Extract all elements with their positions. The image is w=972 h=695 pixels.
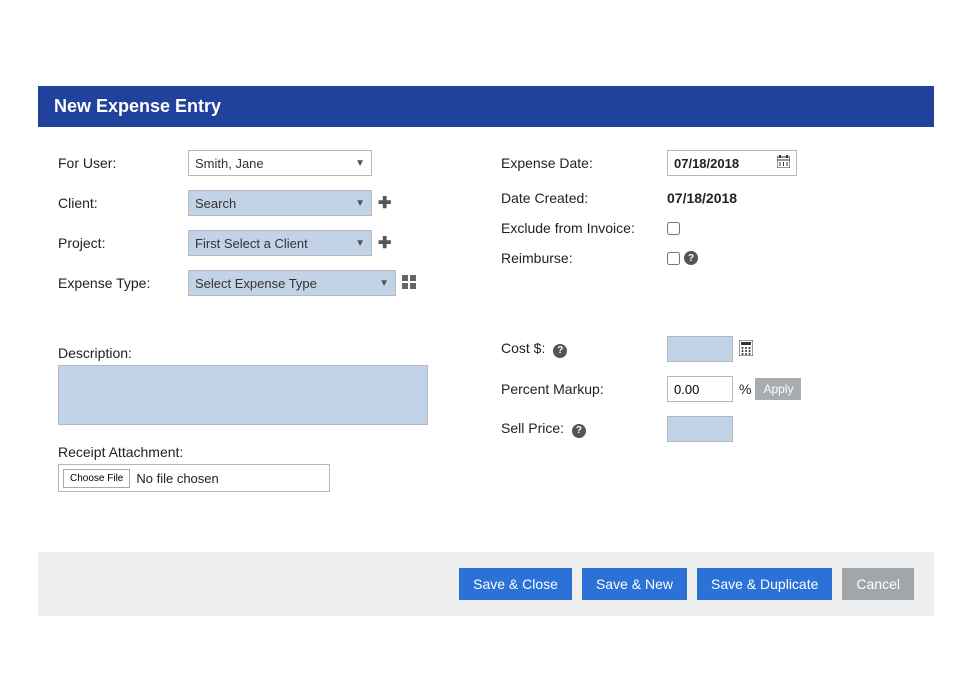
exclude-invoice-checkbox[interactable] bbox=[667, 222, 680, 235]
save-new-button[interactable]: Save & New bbox=[582, 568, 687, 600]
chevron-down-icon: ▼ bbox=[379, 278, 389, 289]
reimburse-label: Reimburse: bbox=[501, 250, 667, 266]
dialog-title: New Expense Entry bbox=[38, 86, 934, 127]
apply-button[interactable]: Apply bbox=[755, 378, 801, 400]
percent-markup-label: Percent Markup: bbox=[501, 381, 667, 397]
date-created-value: 07/18/2018 bbox=[667, 190, 737, 206]
expense-type-value: Select Expense Type bbox=[195, 276, 317, 291]
project-value: First Select a Client bbox=[195, 236, 308, 251]
description-textarea[interactable] bbox=[58, 365, 428, 425]
project-select[interactable]: First Select a Client ▼ bbox=[188, 230, 372, 256]
right-column: Expense Date: 07/18/2018 Date Created: 0… bbox=[501, 145, 914, 492]
left-column: For User: Smith, Jane ▼ Client: Search ▼… bbox=[58, 145, 471, 492]
reimburse-checkbox[interactable] bbox=[667, 252, 680, 265]
percent-symbol: % bbox=[739, 381, 751, 397]
client-value: Search bbox=[195, 196, 236, 211]
add-client-icon[interactable]: ✚ bbox=[378, 193, 391, 213]
date-created-label: Date Created: bbox=[501, 190, 667, 206]
expense-date-label: Expense Date: bbox=[501, 155, 667, 171]
expense-entry-dialog: New Expense Entry For User: Smith, Jane … bbox=[38, 86, 934, 616]
chevron-down-icon: ▼ bbox=[355, 198, 365, 209]
client-label: Client: bbox=[58, 195, 188, 211]
receipt-attachment-label: Receipt Attachment: bbox=[58, 444, 471, 460]
cost-label: Cost $: ? bbox=[501, 340, 667, 358]
save-close-button[interactable]: Save & Close bbox=[459, 568, 572, 600]
help-icon[interactable]: ? bbox=[572, 424, 586, 438]
help-icon[interactable]: ? bbox=[553, 344, 567, 358]
add-project-icon[interactable]: ✚ bbox=[378, 233, 391, 253]
expense-date-input[interactable]: 07/18/2018 bbox=[667, 150, 797, 176]
save-duplicate-button[interactable]: Save & Duplicate bbox=[697, 568, 832, 600]
cost-input[interactable] bbox=[667, 336, 733, 362]
client-select[interactable]: Search ▼ bbox=[188, 190, 372, 216]
sell-price-label: Sell Price: ? bbox=[501, 420, 667, 438]
percent-markup-input[interactable] bbox=[667, 376, 733, 402]
expense-type-select[interactable]: Select Expense Type ▼ bbox=[188, 270, 396, 296]
file-chosen-text: No file chosen bbox=[136, 471, 218, 486]
dialog-footer: Save & Close Save & New Save & Duplicate… bbox=[38, 552, 934, 616]
project-label: Project: bbox=[58, 235, 188, 251]
for-user-select[interactable]: Smith, Jane ▼ bbox=[188, 150, 372, 176]
expense-type-lookup-icon[interactable] bbox=[402, 275, 416, 292]
file-input-wrapper: Choose File No file chosen bbox=[58, 464, 330, 492]
calculator-icon[interactable] bbox=[739, 340, 753, 359]
exclude-invoice-label: Exclude from Invoice: bbox=[501, 220, 667, 236]
for-user-label: For User: bbox=[58, 155, 188, 171]
description-label: Description: bbox=[58, 345, 471, 361]
sell-price-input[interactable] bbox=[667, 416, 733, 442]
expense-type-label: Expense Type: bbox=[58, 275, 188, 291]
chevron-down-icon: ▼ bbox=[355, 158, 365, 169]
help-icon[interactable]: ? bbox=[684, 251, 698, 265]
for-user-value: Smith, Jane bbox=[195, 156, 264, 171]
expense-date-value: 07/18/2018 bbox=[674, 156, 739, 171]
cancel-button[interactable]: Cancel bbox=[842, 568, 914, 600]
chevron-down-icon: ▼ bbox=[355, 238, 365, 249]
choose-file-button[interactable]: Choose File bbox=[63, 469, 130, 488]
calendar-icon[interactable] bbox=[777, 155, 790, 171]
